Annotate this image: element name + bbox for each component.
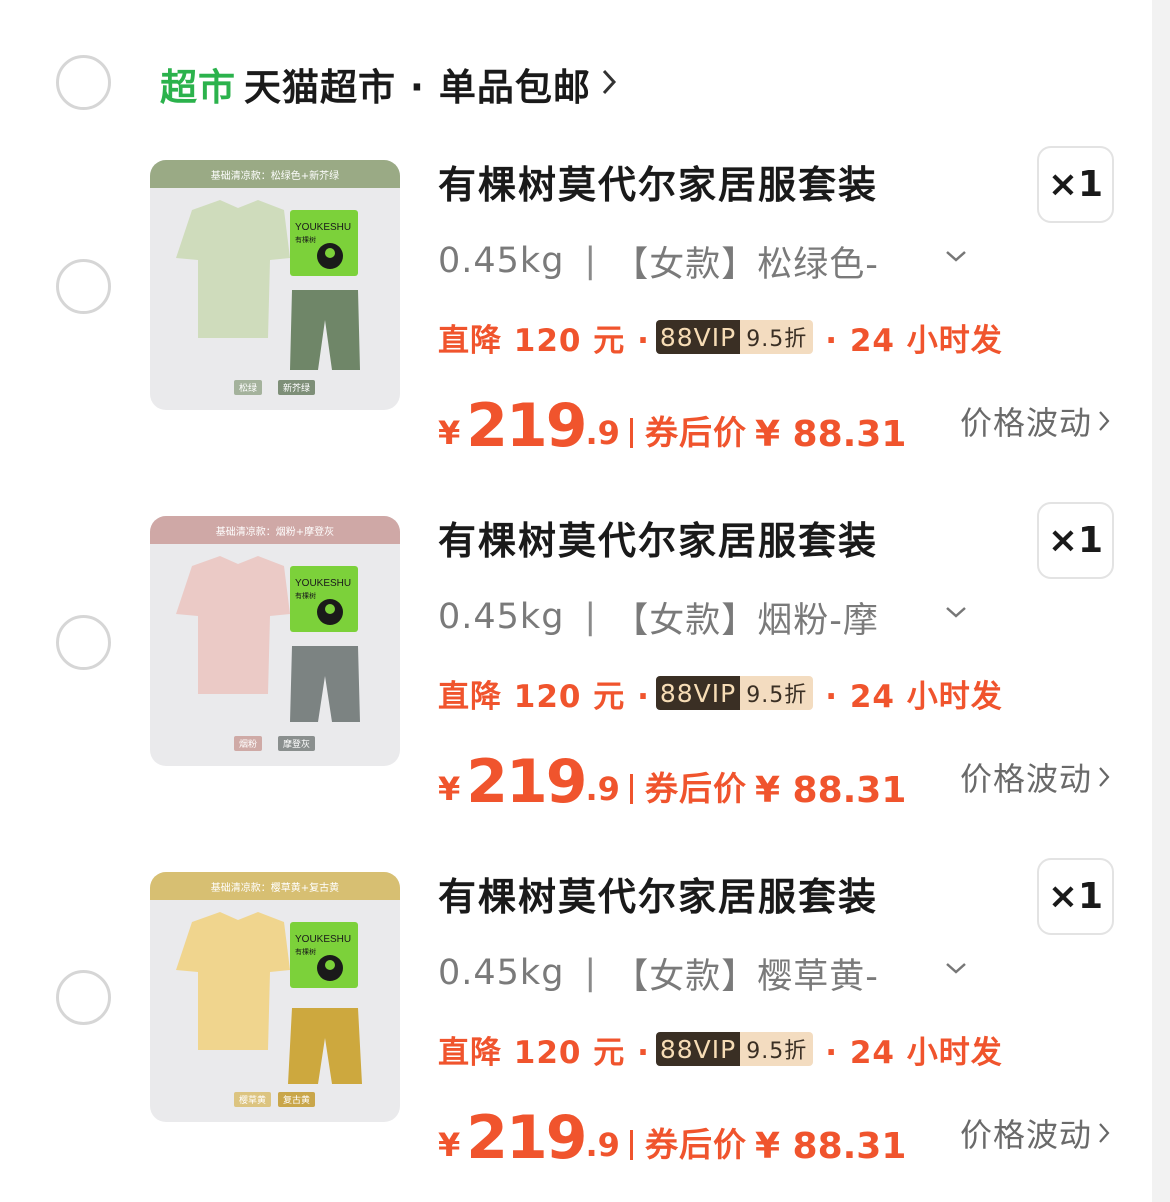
coupon-price-label: 券后价: [644, 1125, 747, 1164]
promo-line: 直降 120 元 · 88VIP 9.5折 · 24 小时发: [438, 1024, 1003, 1074]
product-illustration: YOUKESHU 有棵树: [176, 200, 360, 370]
sku-selector[interactable]: 0.45kg | 【女款】烟粉-摩: [438, 592, 879, 642]
price-fluctuation-link[interactable]: 价格波动: [960, 752, 1110, 802]
product-image-tag: 松绿: [234, 380, 263, 395]
product-image-tag: 复古黄: [278, 1092, 316, 1107]
sku-variant: 【女款】烟粉-摩: [613, 600, 879, 641]
cart-item: 基础清凉款：樱草黄+复古黄 YOUKESHU 有棵树 樱草黄 复古黄 有棵树莫代…: [0, 858, 1152, 1192]
price-integer: 219: [466, 391, 587, 461]
sku-weight: 0.45kg: [438, 597, 565, 637]
shipping-text: · 24 小时发: [825, 322, 1003, 359]
coupon-price-value: ¥ 88.31: [754, 1126, 907, 1167]
product-title[interactable]: 有棵树莫代尔家居服套装: [438, 872, 878, 922]
price-line: ¥ 219 .9 券后价 ¥ 88.31: [438, 744, 906, 814]
quantity-button[interactable]: ×1: [1037, 502, 1114, 579]
product-image[interactable]: 基础清凉款：烟粉+摩登灰 YOUKESHU 有棵树 烟粉 摩登灰: [150, 516, 400, 766]
product-image-tag: 烟粉: [234, 736, 263, 751]
vip-label: 88VIP: [655, 320, 741, 354]
svg-text:YOUKESHU: YOUKESHU: [295, 578, 351, 589]
coupon-price-value: ¥ 88.31: [754, 414, 907, 455]
price-line: ¥ 219 .9 券后价 ¥ 88.31: [438, 388, 906, 458]
svg-text:有棵树: 有棵树: [295, 947, 316, 956]
sku-separator: |: [584, 241, 598, 281]
vip-rate: 9.5折: [740, 1032, 814, 1066]
price-currency: ¥: [438, 1126, 461, 1164]
product-image-tag: 樱草黄: [234, 1092, 272, 1107]
quantity-button[interactable]: ×1: [1037, 858, 1114, 935]
sku-selector[interactable]: 0.45kg | 【女款】樱草黄-: [438, 948, 879, 998]
price-decimal: .9: [585, 414, 620, 452]
chevron-down-icon[interactable]: [944, 604, 968, 624]
chevron-right-icon[interactable]: [601, 68, 617, 100]
cart-store-card: 超市 天猫超市 · 单品包邮 基础清凉款：松绿色+新芥绿 YOUKESHU 有棵…: [0, 0, 1152, 1202]
product-image-tag: 摩登灰: [278, 736, 316, 751]
shipping-text: · 24 小时发: [825, 678, 1003, 715]
sku-weight: 0.45kg: [438, 953, 565, 993]
vip-rate: 9.5折: [740, 320, 814, 354]
price-integer: 219: [466, 1103, 587, 1173]
svg-text:有棵树: 有棵树: [295, 591, 316, 600]
price-fluctuation-link[interactable]: 价格波动: [960, 1108, 1110, 1158]
product-title[interactable]: 有棵树莫代尔家居服套装: [438, 516, 878, 566]
price-divider: [629, 418, 633, 448]
price-fluctuation-link[interactable]: 价格波动: [960, 396, 1110, 446]
svg-text:YOUKESHU: YOUKESHU: [295, 934, 351, 945]
sku-selector[interactable]: 0.45kg | 【女款】松绿色-: [438, 236, 879, 286]
sku-variant: 【女款】樱草黄-: [613, 956, 879, 997]
vip-label: 88VIP: [655, 676, 741, 710]
store-select-radio[interactable]: [56, 55, 111, 110]
store-name: 天猫超市 · 单品包邮: [244, 66, 591, 109]
quantity-button[interactable]: ×1: [1037, 146, 1114, 223]
vip-badge: 88VIP 9.5折: [655, 320, 814, 354]
product-image[interactable]: 基础清凉款：松绿色+新芥绿 YOUKESHU 有棵树 松绿 新芥绿: [150, 160, 400, 410]
chevron-down-icon[interactable]: [944, 248, 968, 268]
svg-text:YOUKESHU: YOUKESHU: [295, 222, 351, 233]
chevron-right-icon: [1098, 402, 1110, 440]
product-illustration: YOUKESHU 有棵树: [176, 912, 362, 1084]
sku-variant: 【女款】松绿色-: [613, 244, 879, 285]
cart-item: 基础清凉款：松绿色+新芥绿 YOUKESHU 有棵树 松绿 新芥绿 有棵树莫代尔…: [0, 146, 1152, 480]
promo-line: 直降 120 元 · 88VIP 9.5折 · 24 小时发: [438, 668, 1003, 718]
discount-text: 直降 120 元 ·: [438, 678, 650, 715]
product-illustration: YOUKESHU 有棵树: [176, 556, 360, 722]
vip-badge: 88VIP 9.5折: [655, 1032, 814, 1066]
price-line: ¥ 219 .9 券后价 ¥ 88.31: [438, 1100, 906, 1170]
store-badge: 超市: [160, 66, 236, 109]
price-currency: ¥: [438, 770, 461, 808]
sku-weight: 0.45kg: [438, 241, 565, 281]
product-image-tag: 新芥绿: [278, 380, 316, 395]
chevron-right-icon: [1098, 758, 1110, 796]
price-fluctuation-label: 价格波动: [960, 404, 1093, 442]
discount-text: 直降 120 元 ·: [438, 1034, 650, 1071]
price-fluctuation-label: 价格波动: [960, 760, 1093, 798]
vip-label: 88VIP: [655, 1032, 741, 1066]
product-title[interactable]: 有棵树莫代尔家居服套装: [438, 160, 878, 210]
shipping-text: · 24 小时发: [825, 1034, 1003, 1071]
vip-badge: 88VIP 9.5折: [655, 676, 814, 710]
coupon-price-value: ¥ 88.31: [754, 770, 907, 811]
sku-separator: |: [584, 597, 598, 637]
promo-line: 直降 120 元 · 88VIP 9.5折 · 24 小时发: [438, 312, 1003, 362]
svg-text:有棵树: 有棵树: [295, 235, 316, 244]
store-header[interactable]: 超市 天猫超市 · 单品包邮: [160, 56, 617, 112]
price-decimal: .9: [585, 770, 620, 808]
discount-text: 直降 120 元 ·: [438, 322, 650, 359]
price-currency: ¥: [438, 414, 461, 452]
price-integer: 219: [466, 747, 587, 817]
sku-separator: |: [584, 953, 598, 993]
chevron-down-icon[interactable]: [944, 960, 968, 980]
coupon-price-label: 券后价: [644, 769, 747, 808]
chevron-right-icon: [1098, 1114, 1110, 1152]
vip-rate: 9.5折: [740, 676, 814, 710]
price-divider: [629, 774, 633, 804]
product-image[interactable]: 基础清凉款：樱草黄+复古黄 YOUKESHU 有棵树 樱草黄 复古黄: [150, 872, 400, 1122]
price-fluctuation-label: 价格波动: [960, 1116, 1093, 1154]
price-divider: [629, 1130, 633, 1160]
coupon-price-label: 券后价: [644, 413, 747, 452]
cart-item: 基础清凉款：烟粉+摩登灰 YOUKESHU 有棵树 烟粉 摩登灰 有棵树莫代尔家…: [0, 502, 1152, 836]
price-decimal: .9: [585, 1126, 620, 1164]
